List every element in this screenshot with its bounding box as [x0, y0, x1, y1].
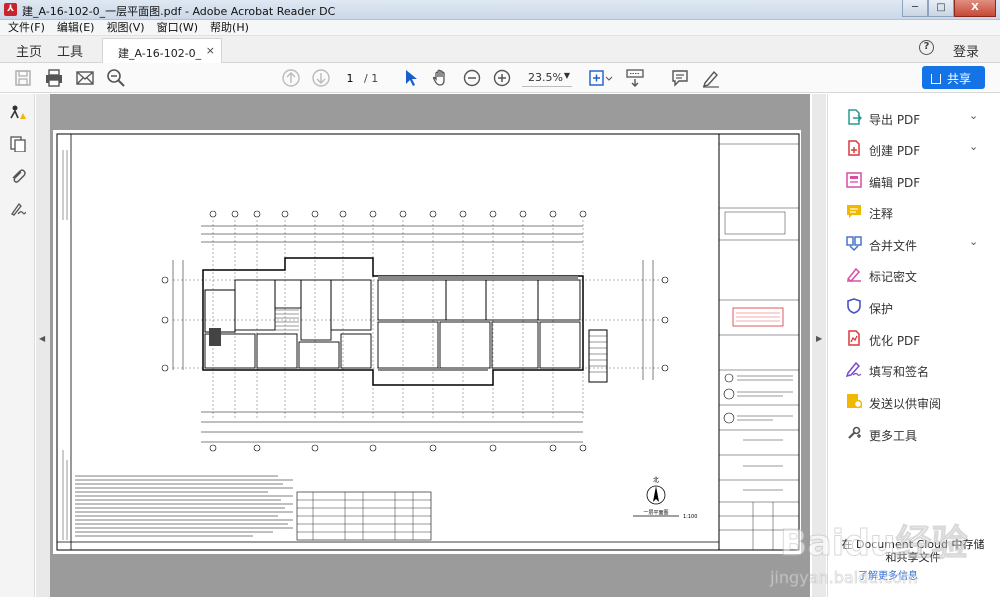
- export-pdf-icon: [848, 109, 862, 125]
- combine-files-icon: [846, 236, 862, 251]
- plan-title: 一层平面图: [643, 510, 668, 516]
- menu-file[interactable]: 文件(F): [8, 20, 45, 35]
- signature-icon[interactable]: [10, 200, 26, 216]
- window-title: 建_A-16-102-0_一层平面图.pdf - Adobe Acrobat R…: [22, 5, 336, 18]
- tool-label: 更多工具: [869, 429, 918, 443]
- menu-window[interactable]: 窗口(W): [157, 20, 198, 35]
- tool-more-tools[interactable]: 更多工具: [828, 421, 1000, 447]
- email-icon[interactable]: [75, 68, 95, 88]
- attachment-paperclip-icon[interactable]: [10, 168, 26, 184]
- tool-comment[interactable]: 注释: [828, 199, 1000, 225]
- maximize-button[interactable]: □: [928, 0, 954, 17]
- tab-document[interactable]: 建_A-16-102-0_一… ×: [102, 38, 222, 76]
- watermark-brand: Baidu经验: [780, 523, 967, 564]
- comment-icon: [847, 205, 861, 218]
- zoom-in-icon[interactable]: [492, 68, 512, 88]
- send-review-icon: [847, 394, 862, 409]
- next-page-icon[interactable]: [311, 68, 331, 88]
- watermark-url: jingyan.baidu.com: [769, 568, 918, 587]
- select-cursor-icon[interactable]: [402, 68, 418, 88]
- sign-pen-icon[interactable]: [701, 68, 721, 88]
- tool-protect[interactable]: 保护: [828, 294, 1000, 320]
- create-pdf-icon: [848, 140, 860, 156]
- edit-pdf-icon: [846, 172, 862, 188]
- scroll-mode-icon[interactable]: [625, 68, 645, 88]
- page-total: / 1: [364, 72, 379, 85]
- chevron-down-icon[interactable]: ⌄: [969, 235, 978, 248]
- tool-label: 合并文件: [869, 239, 918, 253]
- collapse-left-pane-handle[interactable]: ◀: [36, 94, 50, 597]
- tool-label: 标记密文: [869, 270, 918, 284]
- fill-sign-icon: [846, 361, 862, 377]
- save-icon[interactable]: [14, 68, 32, 88]
- more-tools-icon: [848, 426, 861, 439]
- login-link[interactable]: 登录: [953, 41, 979, 60]
- zoom-level-value: 23.5%: [528, 71, 563, 84]
- zoom-search-icon[interactable]: [106, 68, 126, 88]
- protect-shield-icon: [847, 298, 861, 314]
- left-navigation-rail: [0, 94, 35, 597]
- window-controls: ─ □ X: [902, 0, 996, 18]
- share-button[interactable]: 共享: [922, 66, 985, 89]
- north-label: 北: [653, 476, 659, 484]
- chevron-down-icon[interactable]: ⌄: [969, 140, 978, 153]
- tool-label: 编辑 PDF: [869, 176, 921, 190]
- chevron-down-icon[interactable]: ⌄: [969, 109, 978, 122]
- toolbar: / 1 23.5% ▼: [0, 63, 1000, 93]
- help-icon[interactable]: ?: [919, 40, 934, 55]
- tool-label: 发送以供审阅: [869, 397, 942, 411]
- page-number-input[interactable]: [339, 69, 361, 87]
- acrobat-window: ⅄ 建_A-16-102-0_一层平面图.pdf - Adobe Acrobat…: [0, 0, 1000, 597]
- previous-page-icon[interactable]: [281, 68, 301, 88]
- tool-combine-files[interactable]: 合并文件 ⌄: [828, 231, 1000, 257]
- baidu-jingyan-watermark: Baidu经验 jingyan.baidu.com: [769, 523, 968, 588]
- menu-help[interactable]: 帮助(H): [210, 20, 249, 35]
- pdf-page: 北 一层平面图 1:100: [53, 130, 801, 554]
- comment-icon[interactable]: [670, 68, 690, 88]
- minimize-button[interactable]: ─: [902, 0, 928, 17]
- architectural-floor-plan-drawing: 北 一层平面图 1:100: [56, 133, 800, 551]
- tool-export-pdf[interactable]: 导出 PDF ⌄: [828, 105, 1000, 131]
- share-label: 共享: [947, 72, 972, 86]
- chevron-left-icon: ◀: [39, 334, 46, 343]
- title-bar: ⅄ 建_A-16-102-0_一层平面图.pdf - Adobe Acrobat…: [0, 0, 1000, 20]
- share-icon: [931, 74, 941, 84]
- optimize-pdf-icon: [848, 330, 860, 346]
- zoom-level-dropdown[interactable]: 23.5% ▼: [522, 69, 572, 87]
- chevron-right-icon: ▶: [816, 334, 823, 343]
- menu-edit[interactable]: 编辑(E): [57, 20, 95, 35]
- print-icon[interactable]: [44, 68, 64, 88]
- tool-label: 填写和签名: [869, 365, 930, 379]
- zoom-out-icon[interactable]: [462, 68, 482, 88]
- tool-label: 创建 PDF: [869, 144, 921, 158]
- redact-icon: [846, 267, 861, 282]
- chevron-down-icon: ▼: [563, 71, 570, 80]
- tool-label: 优化 PDF: [869, 334, 921, 348]
- tool-create-pdf[interactable]: 创建 PDF ⌄: [828, 136, 1000, 162]
- tab-tools[interactable]: 工具: [57, 41, 83, 60]
- tool-label: 保护: [869, 302, 894, 316]
- acrobat-app-icon: ⅄: [4, 3, 17, 16]
- close-tab-icon[interactable]: ×: [206, 44, 215, 57]
- tool-redact[interactable]: 标记密文: [828, 262, 1000, 288]
- tool-label: 注释: [869, 207, 894, 221]
- plan-scale: 1:100: [683, 514, 697, 520]
- tool-fill-sign[interactable]: 填写和签名: [828, 357, 1000, 383]
- tool-label: 导出 PDF: [869, 113, 921, 127]
- close-window-button[interactable]: X: [954, 0, 996, 17]
- tool-send-for-review[interactable]: 发送以供审阅: [828, 389, 1000, 415]
- tab-bar: 主页 工具 建_A-16-102-0_一… ×: [0, 36, 1000, 76]
- tab-home[interactable]: 主页: [16, 41, 42, 60]
- accessibility-warning-icon[interactable]: [10, 104, 26, 120]
- hand-tool-icon[interactable]: [431, 68, 451, 88]
- menu-bar: 文件(F) 编辑(E) 视图(V) 窗口(W) 帮助(H): [0, 20, 1000, 36]
- tool-optimize-pdf[interactable]: 优化 PDF: [828, 326, 1000, 352]
- fit-page-icon[interactable]: [587, 68, 613, 88]
- tool-edit-pdf[interactable]: 编辑 PDF: [828, 168, 1000, 194]
- menu-view[interactable]: 视图(V): [106, 20, 144, 35]
- document-viewport[interactable]: 北 一层平面图 1:100: [50, 94, 810, 597]
- page-thumbnails-icon[interactable]: [10, 136, 26, 152]
